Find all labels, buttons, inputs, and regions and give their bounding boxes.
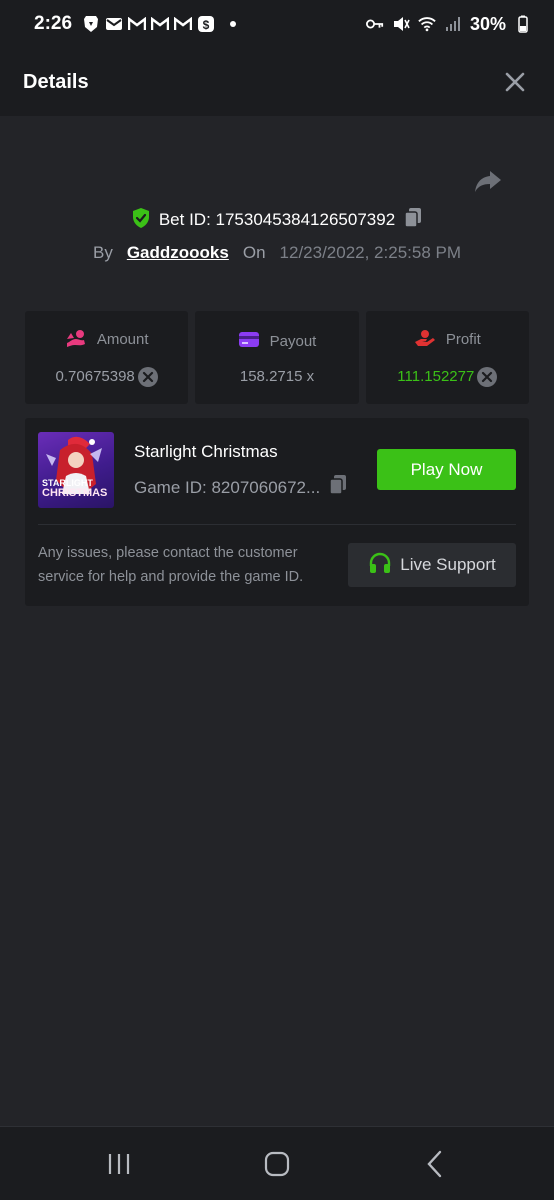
back-icon[interactable] [405,1134,465,1194]
status-bar: 2:26 $ 30% [0,0,554,48]
bet-datetime: 12/23/2022, 2:25:58 PM [279,243,462,262]
game-id: Game ID: 8207060672... [134,477,321,497]
bet-id-row: Bet ID: 1753045384126507392 [0,205,554,235]
payout-value: 158.2715 x [239,368,315,385]
battery-charging-icon [514,15,532,33]
share-icon[interactable] [472,168,504,196]
battery-percent: 30% [469,13,506,34]
coin-icon [137,366,158,387]
brave-lion-icon [82,15,100,33]
game-card: STARLIGHT CHRISTMAS Starlight Christmas … [25,418,529,606]
profit-header: Profit [414,329,481,351]
game-thumbnail[interactable]: STARLIGHT CHRISTMAS [38,432,114,508]
headset-icon [368,552,392,579]
payout-value-row: 158.2715 x [240,368,314,385]
svg-text:$: $ [203,18,210,32]
by-label: By [92,243,113,262]
profit-value-row: 111.152277 [397,366,498,387]
more-notifications-dot [230,21,237,27]
username-link[interactable]: Gaddzoooks [127,243,229,263]
email-icon [105,15,123,33]
details-header: Details [0,48,554,116]
notification-icons: $ [82,15,237,33]
amount-value: 0.70675398 [55,368,135,385]
thumb-line-2: CHRISTMAS [42,487,108,499]
bet-meta-row: By Gaddzoooks On 12/23/2022, 2:25:58 PM [0,240,554,266]
copy-icon[interactable] [403,207,423,234]
payout-card: Payout 158.2715 x [195,311,359,404]
support-message: Any issues, please contact the customer … [38,545,304,585]
amount-card: Amount 0.70675398 [25,311,189,404]
on-label: On [242,243,266,262]
system-nav-bar [0,1126,554,1200]
game-title: Starlight Christmas [134,442,278,461]
profit-value: 111.152277 [397,368,475,385]
mute-icon [392,15,410,33]
payout-header: Payout [238,330,317,352]
amount-label: Amount [96,331,149,348]
page-title: Details [23,70,89,93]
payout-icon [238,330,260,352]
amount-icon [65,329,87,351]
play-now-button[interactable]: Play Now [377,449,516,490]
game-thumb-title: STARLIGHT CHRISTMAS [42,478,108,499]
close-icon[interactable] [502,69,528,95]
amount-value-row: 0.70675398 [55,366,158,387]
home-icon[interactable] [247,1134,307,1194]
divider [38,524,516,525]
live-support-button[interactable]: Live Support [348,543,516,587]
amount-header: Amount [65,329,149,351]
profit-label: Profit [445,331,481,348]
coin-icon [477,366,498,387]
bet-stats: Amount 0.70675398 Payout 158.2715 x Prof… [25,311,529,404]
live-support-label: Live Support [400,555,496,574]
gmail-icon [128,15,147,33]
game-id-row: Game ID: 8207060672... [134,474,348,501]
wifi-icon [418,15,436,33]
copy-icon[interactable] [328,474,348,501]
key-icon [365,15,384,33]
system-icons: 30% [365,13,532,35]
shield-check-icon [131,207,151,234]
recent-apps-icon[interactable] [89,1134,149,1194]
profit-card: Profit 111.152277 [365,311,529,404]
cash-app-icon: $ [197,15,215,33]
gmail-icon [151,15,170,33]
status-time: 2:26 [34,13,73,34]
profit-icon [414,329,436,351]
signal-icon [444,15,462,33]
gmail-icon [174,15,193,33]
bet-id: Bet ID: 1753045384126507392 [158,210,396,229]
payout-label: Payout [269,332,317,350]
